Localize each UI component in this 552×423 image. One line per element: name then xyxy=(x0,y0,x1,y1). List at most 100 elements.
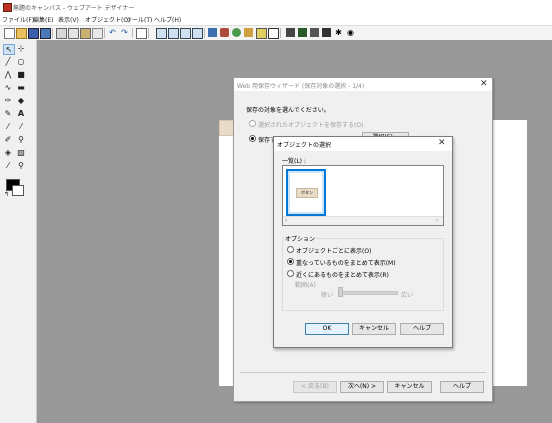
object-thumbnail-selected[interactable]: ボタン xyxy=(286,169,326,216)
stamp-tool-icon[interactable]: ⚲ xyxy=(16,135,26,144)
radio-selected-object[interactable] xyxy=(249,120,256,127)
pencil-tool-icon[interactable]: ⁄ xyxy=(16,122,26,131)
zoom-tool-icon[interactable]: ⚲ xyxy=(16,161,26,170)
radio-nearby-label: 近くにあるものをまとめて表示(R) xyxy=(296,272,389,279)
help-button[interactable]: ヘルプ xyxy=(440,381,484,393)
horizontal-scrollbar[interactable]: ‹ › xyxy=(283,216,443,225)
save-web-icon[interactable] xyxy=(40,28,51,39)
paint-icon[interactable] xyxy=(220,28,229,37)
radio-overlapping[interactable] xyxy=(287,258,294,265)
object-dialog-title-bar: オブジェクトの選択 ✕ xyxy=(274,137,452,151)
align-icon[interactable] xyxy=(256,28,267,39)
rectangle-tool-icon[interactable]: ■ xyxy=(16,70,26,79)
radio-save-all[interactable] xyxy=(249,135,256,142)
radio-overlapping-label: 重なっているものをまとめて表示(M) xyxy=(296,260,396,267)
thumbnail-preview: ボタン xyxy=(290,173,322,212)
cut-icon[interactable] xyxy=(56,28,67,39)
wizard-divider xyxy=(240,372,486,373)
radio-per-object-label: オブジェクトごとに表示(O) xyxy=(296,248,372,255)
settings-icon[interactable] xyxy=(268,28,279,39)
pen-tool-icon[interactable]: ✑ xyxy=(3,96,13,105)
preview-icon[interactable]: ◉ xyxy=(346,28,355,37)
sparkle-icon[interactable]: ✱ xyxy=(334,28,343,37)
object-dialog-help-button[interactable]: ヘルプ xyxy=(400,323,444,335)
radio-per-object[interactable] xyxy=(287,246,294,253)
menu-view[interactable]: 表示(V) xyxy=(58,15,79,24)
object-selection-dialog: オブジェクトの選択 ✕ 一覧(L) : ボタン ‹ › オプション オブジェクト… xyxy=(273,136,453,348)
wizard-title-bar: Web 用保存ウィザード (保存対象の選択 - 1/4) ✕ xyxy=(234,78,492,91)
redo-icon[interactable]: ↷ xyxy=(120,28,129,37)
eyedropper-tool-icon[interactable]: ⁄ xyxy=(3,161,13,170)
new-file-icon[interactable] xyxy=(4,28,15,39)
range-max-label: 広い xyxy=(401,292,414,299)
swap-colors-icon[interactable]: ↰ xyxy=(4,191,9,198)
menu-edit[interactable]: 編集(E) xyxy=(33,15,53,24)
edit-icon[interactable] xyxy=(136,28,147,39)
toolbar-separator xyxy=(204,28,205,38)
toolbar-separator xyxy=(52,28,53,38)
paint-brush-tool-icon[interactable]: ✐ xyxy=(3,135,13,144)
fill-tool-icon[interactable]: ◈ xyxy=(3,148,13,157)
close-icon[interactable]: ✕ xyxy=(480,79,488,89)
range-slider-thumb[interactable] xyxy=(338,287,343,297)
text-frame-icon[interactable] xyxy=(168,28,179,39)
menu-help[interactable]: ヘルプ(H) xyxy=(154,15,181,24)
shape-icon[interactable] xyxy=(208,28,217,37)
arrow-tool-icon[interactable]: ↖ xyxy=(3,44,15,55)
node-tool-icon[interactable]: ⊹ xyxy=(16,44,26,53)
tool-palette: ↖ ⊹ ╱ ○ ⋀ ■ ∿ ▬ ✑ ◆ ✎ A ⁄ ⁄ ✐ ⚲ ◈ ▧ ⁄ ⚲ … xyxy=(0,40,37,423)
eraser-tool-icon[interactable]: ▧ xyxy=(16,148,26,157)
rounded-rect-tool-icon[interactable]: ▬ xyxy=(16,83,26,92)
next-button[interactable]: 次へ(N) > xyxy=(340,381,384,393)
open-folder-icon[interactable] xyxy=(16,28,27,39)
back-button[interactable]: < 戻る(B) xyxy=(293,381,337,393)
navigator-icon[interactable] xyxy=(286,28,295,37)
grid-icon[interactable] xyxy=(92,28,103,39)
menu-tools[interactable]: ツール(T) xyxy=(126,15,152,24)
brush-tool-icon[interactable]: ⁄ xyxy=(3,122,13,131)
effect-icon[interactable] xyxy=(310,28,319,37)
color-icon[interactable] xyxy=(232,28,241,37)
ellipse-tool-icon[interactable]: ○ xyxy=(16,57,26,66)
radio-nearby[interactable] xyxy=(287,270,294,277)
line-tool-icon[interactable]: ╱ xyxy=(3,57,13,66)
frame-icon[interactable] xyxy=(156,28,167,39)
menu-object[interactable]: オブジェクト(O) xyxy=(85,15,130,24)
curve-tool-icon[interactable]: ∿ xyxy=(3,83,13,92)
polygon-tool-icon[interactable]: ◆ xyxy=(16,96,26,105)
paste-icon[interactable] xyxy=(80,28,91,39)
cancel-button[interactable]: キャンセル xyxy=(387,381,432,393)
image-frame-icon[interactable] xyxy=(180,28,191,39)
menu-file[interactable]: ファイル(F) xyxy=(2,15,34,24)
object-listbox[interactable]: ボタン ‹ › xyxy=(282,165,444,226)
save-icon[interactable] xyxy=(28,28,39,39)
range-slider-track[interactable] xyxy=(339,291,398,295)
object-dialog-title: オブジェクトの選択 xyxy=(277,142,332,149)
object-dialog-cancel-button[interactable]: キャンセル xyxy=(352,323,396,335)
menu-bar: ファイル(F) 編集(E) 表示(V) オブジェクト(O) ツール(T) ヘルプ… xyxy=(0,13,552,24)
toolbar: ↶ ↷ ✱ ◉ xyxy=(0,25,552,41)
ok-button[interactable]: OK xyxy=(305,323,349,335)
range-min-label: 狭い xyxy=(321,292,334,299)
undo-icon[interactable]: ↶ xyxy=(108,28,117,37)
dark-mode-icon[interactable] xyxy=(322,28,331,37)
app-title: 無題のキャンバス - ウェブアート デザイナー xyxy=(13,5,135,12)
group-icon[interactable] xyxy=(244,28,253,37)
background-color-swatch[interactable] xyxy=(12,185,24,196)
freehand-tool-icon[interactable]: ✎ xyxy=(3,109,13,118)
toolbar-separator xyxy=(148,28,149,38)
radio-selected-object-label: 選択されたオブジェクトを保存する(O) xyxy=(258,122,364,129)
toolbar-separator xyxy=(104,28,105,38)
copy-icon[interactable] xyxy=(68,28,79,39)
close-icon[interactable]: ✕ xyxy=(438,138,446,148)
text-tool-icon[interactable]: A xyxy=(16,109,26,118)
polyline-tool-icon[interactable]: ⋀ xyxy=(3,70,13,79)
scroll-left-icon[interactable]: ‹ xyxy=(285,217,287,224)
layer-icon[interactable] xyxy=(298,28,307,37)
media-icon[interactable] xyxy=(192,28,203,39)
toolbar-separator xyxy=(280,28,281,38)
app-icon xyxy=(3,3,12,12)
wizard-title: Web 用保存ウィザード (保存対象の選択 - 1/4) xyxy=(237,83,365,90)
scroll-right-icon[interactable]: › xyxy=(436,217,438,224)
wizard-prompt: 保存の対象を選んでください。 xyxy=(246,107,330,114)
